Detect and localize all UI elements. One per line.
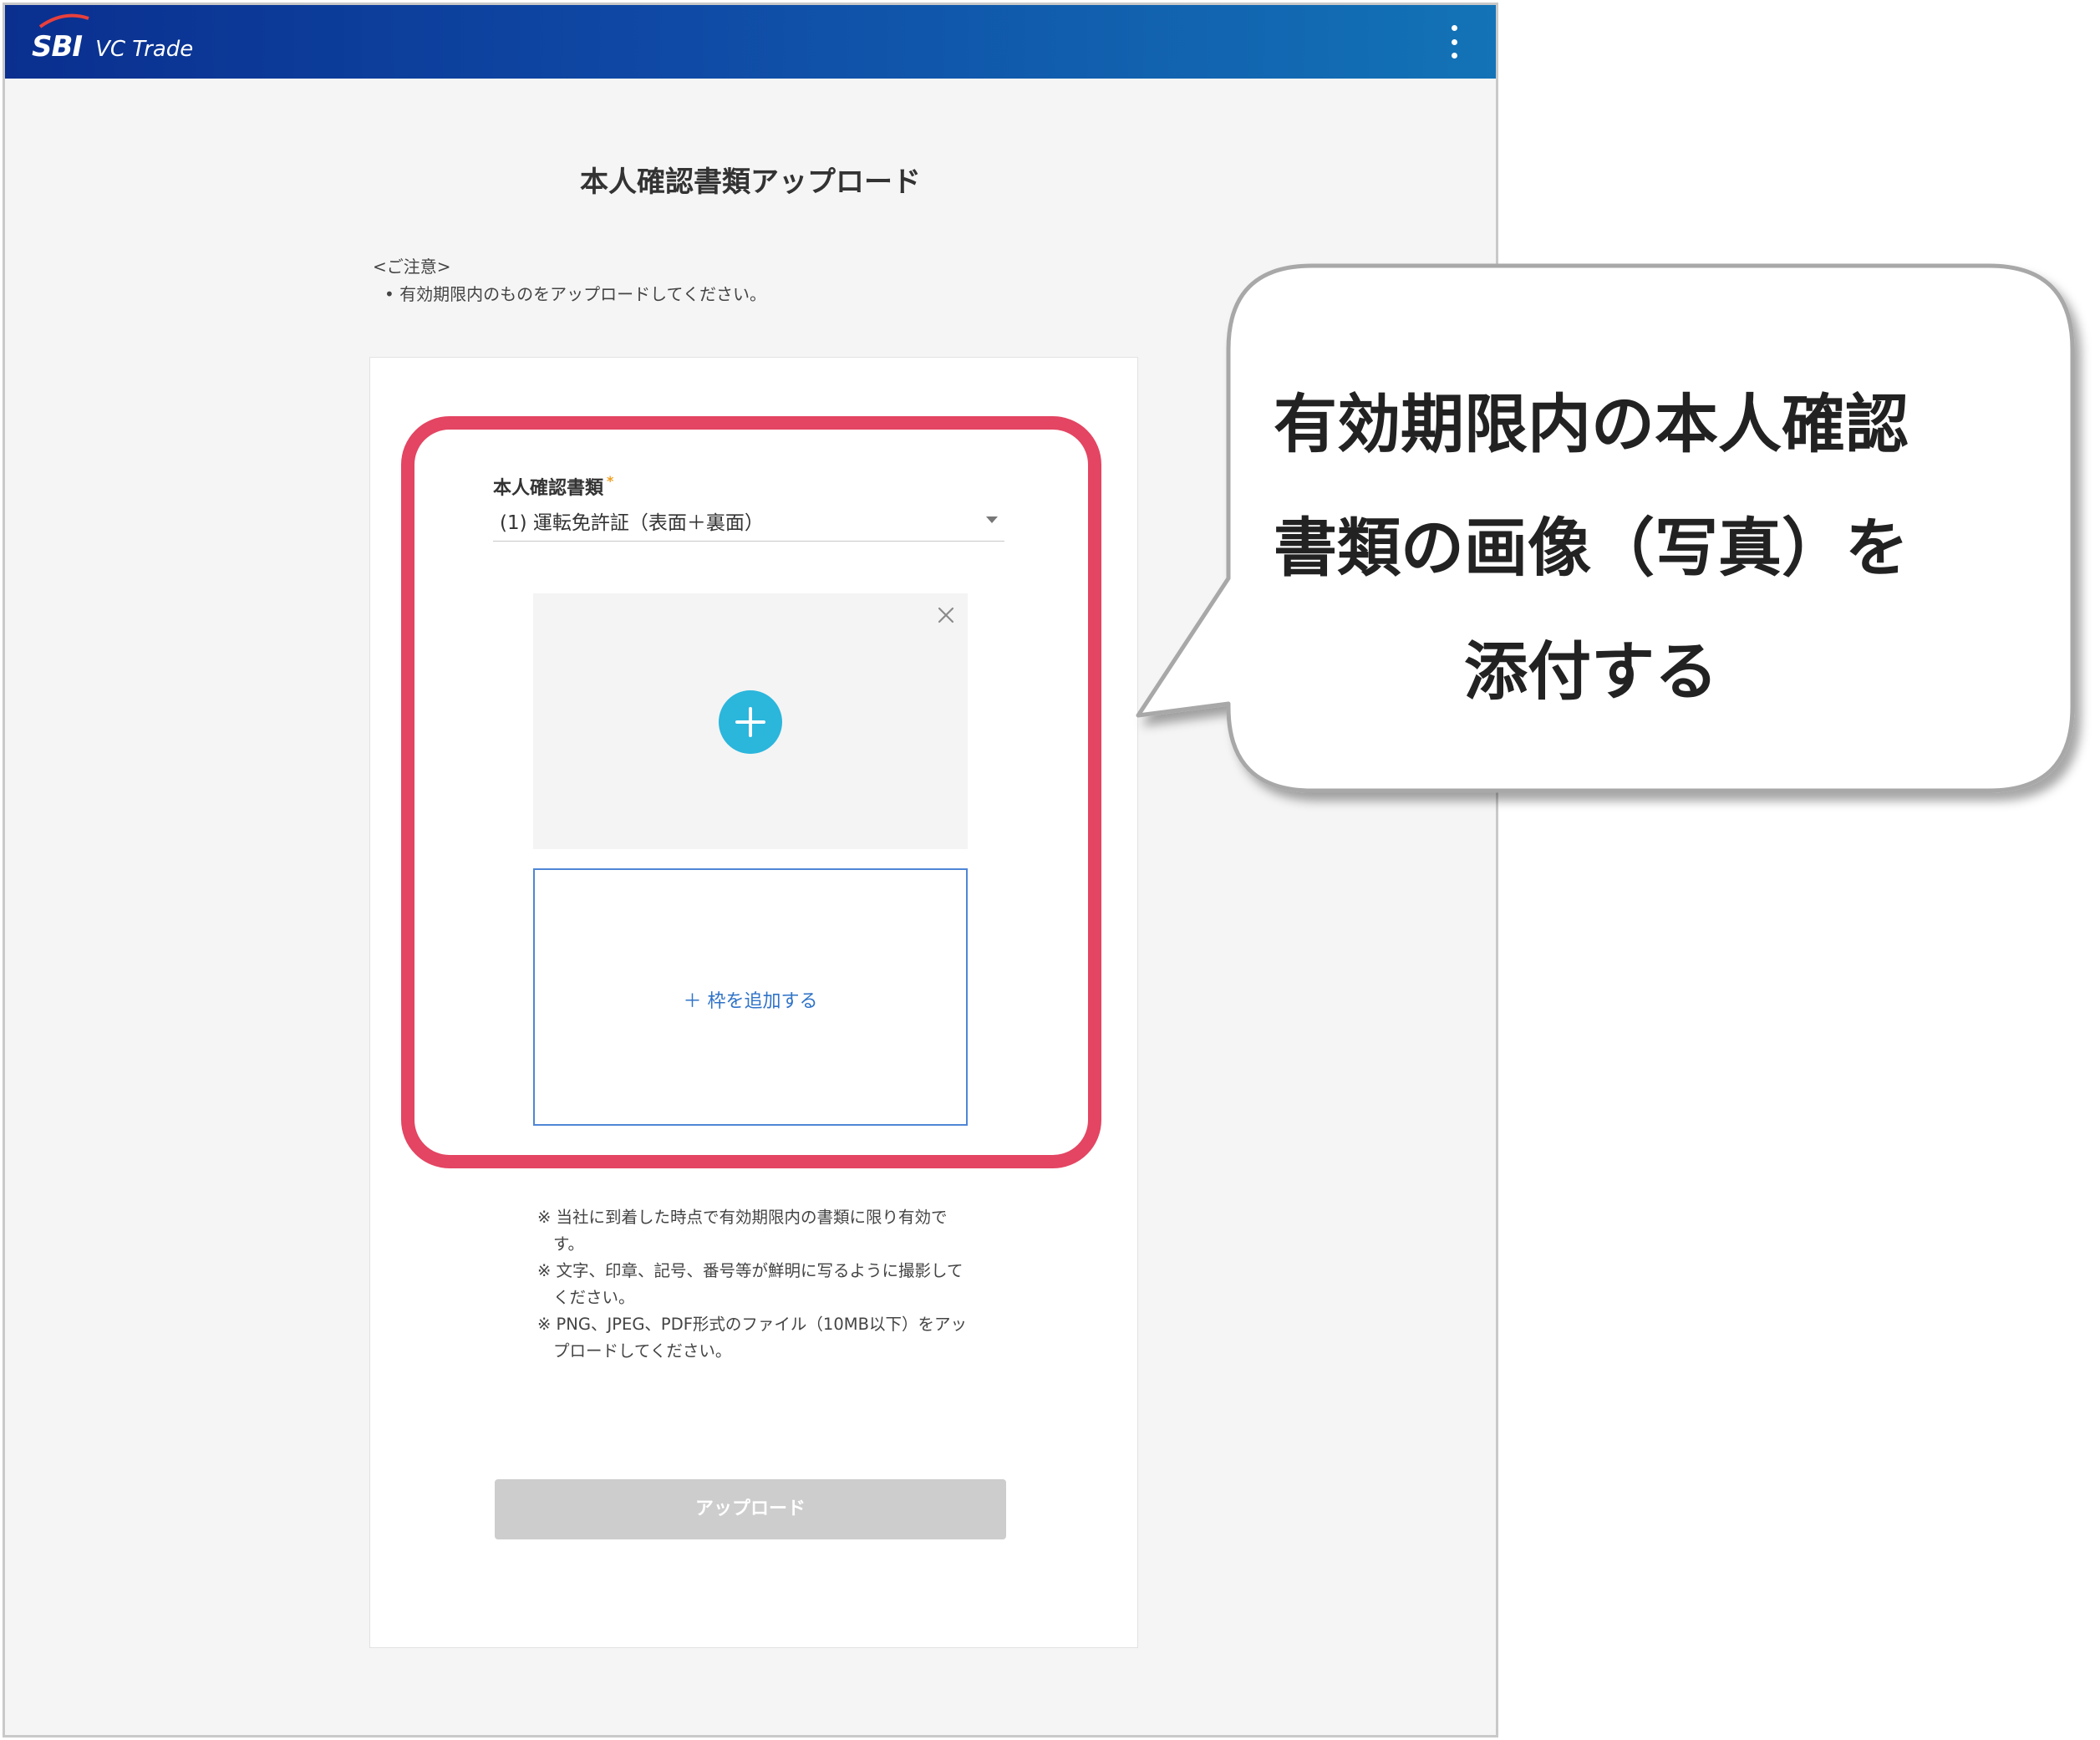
upload-notes: ※ 当社に到着した時点で有効期限内の書類に限り有効です。 ※ 文字、印章、記号、… [537,1204,972,1365]
callout-line: 有効期限内の本人確認 [1274,387,1909,461]
close-icon[interactable] [936,605,956,625]
upload-button[interactable]: アップロード [495,1479,1006,1539]
notice-heading: <ご注意> [373,257,451,277]
note-item: ※ 当社に到着した時点で有効期限内の書類に限り有効です。 [537,1208,948,1254]
note-item: ※ 文字、印章、記号、番号等が鮮明に写るように撮影してください。 [537,1261,964,1307]
logo-swoosh-icon [38,13,89,28]
image-upload-area[interactable] [533,593,968,849]
callout-text: 有効期限内の本人確認 書類の画像（写真）を 添付する [1223,363,1959,734]
doc-type-select-value: (1) 運転免許証（表面＋裏面） [500,512,764,534]
callout-line: 添付する [1464,634,1718,709]
add-frame-button[interactable]: ＋ 枠を追加する [533,868,968,1126]
note-item: ※ PNG、JPEG、PDF形式のファイル（10MB以下）をアップロードしてくだ… [537,1315,967,1361]
vertical-dots-icon[interactable] [1449,25,1459,59]
plus-circle-icon[interactable] [719,690,782,754]
callout-line: 書類の画像（写真）を [1274,511,1909,585]
logo-brand: SBI [32,30,83,64]
doc-type-label: 本人確認書類 * [493,473,614,499]
logo[interactable]: SBI VC Trade [32,13,194,64]
add-frame-label: ＋ 枠を追加する [683,991,818,1012]
stage: SBI VC Trade 本人確認書類アップロード <ご注意> • 有効期限内の… [0,0,2100,1740]
caret-down-icon [986,516,998,523]
notice-item: • 有効期限内のものをアップロードしてください。 [384,284,766,304]
logo-product: VC Trade [95,37,194,62]
doc-type-select[interactable]: (1) 運転免許証（表面＋裏面） [493,501,1004,542]
notice: <ご注意> • 有効期限内のものをアップロードしてください。 [373,253,766,308]
plus-glyph-icon [735,707,765,737]
required-mark: * [607,473,614,489]
app-header: SBI VC Trade [5,5,1496,79]
page-title: 本人確認書類アップロード [580,165,921,199]
